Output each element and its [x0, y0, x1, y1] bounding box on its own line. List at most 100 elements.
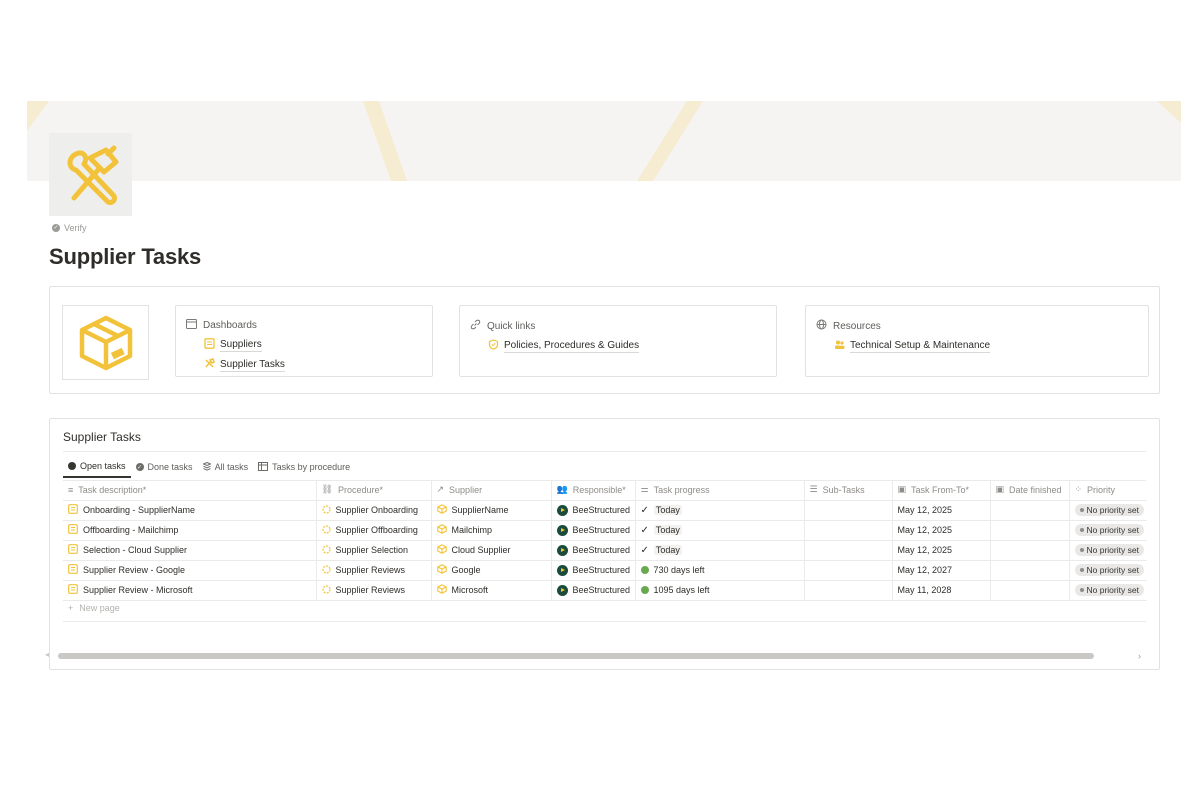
table-row[interactable]: Supplier Review - Google Supplier Reviews… — [63, 560, 1147, 581]
verify-label: Verify — [64, 223, 87, 233]
procedure-cell[interactable]: Supplier Reviews — [316, 560, 432, 581]
loading-icon: ⁘ — [1074, 484, 1083, 495]
verify-status[interactable]: ✓ Verify — [52, 223, 87, 233]
link-supplier-tasks[interactable]: Supplier Tasks — [204, 358, 422, 372]
check-icon: ✓ — [640, 544, 649, 556]
subtasks-cell[interactable] — [804, 540, 893, 561]
table-row[interactable]: Supplier Review - Microsoft Supplier Revi… — [63, 580, 1147, 601]
horizontal-scrollbar[interactable] — [58, 653, 1094, 659]
globe-icon — [816, 319, 827, 333]
task-icon — [68, 584, 78, 596]
col-responsible[interactable]: 👥 Responsible* — [551, 480, 636, 501]
col-task-description[interactable]: ≡ Task description* — [63, 480, 317, 501]
finished-cell[interactable] — [990, 580, 1070, 601]
task-icon — [68, 564, 78, 576]
responsible-cell[interactable]: BeeStructured — [551, 580, 636, 601]
date-cell[interactable]: May 12, 2025 — [892, 500, 991, 521]
col-task-from-to[interactable]: ▣ Task From-To* — [892, 480, 991, 501]
finished-cell[interactable] — [990, 520, 1070, 541]
progress-cell: ✓ Today — [635, 500, 805, 521]
finished-cell[interactable] — [990, 500, 1070, 521]
responsible-cell[interactable]: BeeStructured — [551, 520, 636, 541]
table-row[interactable]: Onboarding - SupplierName Supplier Onboar… — [63, 500, 1147, 521]
avatar — [556, 504, 568, 516]
date-cell[interactable]: May 12, 2027 — [892, 560, 991, 581]
resources-heading: Resources — [833, 320, 881, 332]
supplier-cell[interactable]: Cloud Supplier — [431, 540, 552, 561]
finished-cell[interactable] — [990, 540, 1070, 561]
task-cell[interactable]: Onboarding - SupplierName — [63, 500, 317, 521]
tab-done-tasks[interactable]: ✓ Done tasks — [131, 461, 198, 478]
document-icon — [204, 338, 215, 352]
priority-badge: No priority set — [1074, 584, 1144, 596]
tasks-table: ≡ Task description* ⛓ Procedure* ↗ Supplier… — [63, 480, 1147, 601]
task-cell[interactable]: Supplier Review - Microsoft — [63, 580, 317, 601]
table-row[interactable]: Offboarding - Mailchimp Supplier Offboard… — [63, 520, 1147, 541]
task-cell[interactable]: Selection - Cloud Supplier — [63, 540, 317, 561]
date-cell[interactable]: May 11, 2028 — [892, 580, 991, 601]
new-page-button[interactable]: + New page — [68, 603, 120, 613]
hammer-wrench-icon — [67, 145, 118, 205]
subtasks-cell[interactable] — [804, 580, 893, 601]
table-row[interactable]: Selection - Cloud Supplier Supplier Selec… — [63, 540, 1147, 561]
col-procedure[interactable]: ⛓ Procedure* — [316, 480, 432, 501]
subtasks-cell[interactable] — [804, 560, 893, 581]
navigation-panel: Dashboards Suppliers Supplier Tasks Quic… — [49, 286, 1160, 394]
priority-cell[interactable]: No priority set — [1069, 520, 1147, 541]
people-icon — [834, 339, 845, 353]
divider — [63, 621, 1146, 622]
page-icon-tools[interactable] — [49, 133, 132, 216]
subtasks-cell[interactable] — [804, 520, 893, 541]
procedure-cell[interactable]: Supplier Selection — [316, 540, 432, 561]
new-page-label: New page — [79, 603, 120, 613]
tab-tasks-by-procedure[interactable]: Tasks by procedure — [253, 461, 355, 478]
link-suppliers[interactable]: Suppliers — [204, 338, 422, 352]
date-cell[interactable]: May 12, 2025 — [892, 540, 991, 561]
priority-badge: No priority set — [1074, 564, 1144, 576]
supplier-cell[interactable]: Google — [431, 560, 552, 581]
col-date-finished[interactable]: ▣ Date finished — [990, 480, 1070, 501]
responsible-cell[interactable]: BeeStructured — [551, 560, 636, 581]
supplier-cell[interactable]: SupplierName — [431, 500, 552, 521]
priority-cell[interactable]: No priority set — [1069, 500, 1147, 521]
col-sub-tasks[interactable]: ☰ Sub-Tasks — [804, 480, 893, 501]
lines-icon: ≡ — [68, 484, 74, 495]
responsible-cell[interactable]: BeeStructured — [551, 500, 636, 521]
page-cover — [27, 101, 1181, 181]
priority-cell[interactable]: No priority set — [1069, 560, 1147, 581]
col-supplier[interactable]: ↗ Supplier — [431, 480, 552, 501]
date-cell[interactable]: May 12, 2025 — [892, 520, 991, 541]
database-title[interactable]: Supplier Tasks — [63, 430, 141, 444]
scroll-right-icon[interactable]: › — [1138, 651, 1141, 661]
package-icon — [436, 564, 447, 576]
finished-cell[interactable] — [990, 560, 1070, 581]
shield-icon — [488, 339, 499, 353]
package-icon — [436, 584, 447, 596]
link-policies[interactable]: Policies, Procedures & Guides — [488, 339, 766, 353]
col-task-progress[interactable]: ⚌ Task progress — [635, 480, 805, 501]
task-cell[interactable]: Supplier Review - Google — [63, 560, 317, 581]
priority-cell[interactable]: No priority set — [1069, 540, 1147, 561]
priority-cell[interactable]: No priority set — [1069, 580, 1147, 601]
procedure-cell[interactable]: Supplier Reviews — [316, 580, 432, 601]
tab-label: All tasks — [214, 462, 249, 472]
subtasks-cell[interactable] — [804, 500, 893, 521]
supplier-cell[interactable]: Microsoft — [431, 580, 552, 601]
task-cell[interactable]: Offboarding - Mailchimp — [63, 520, 317, 541]
responsible-cell[interactable]: BeeStructured — [551, 540, 636, 561]
tab-open-tasks[interactable]: Open tasks — [63, 461, 131, 478]
avatar — [556, 524, 568, 536]
tab-all-tasks[interactable]: All tasks — [198, 461, 254, 478]
link-label: Policies, Procedures & Guides — [504, 339, 640, 353]
green-dot-icon — [640, 586, 649, 594]
arrow-up-right-icon: ↗ — [436, 484, 445, 495]
link-technical-setup[interactable]: Technical Setup & Maintenance — [834, 339, 1138, 353]
procedure-cell[interactable]: Supplier Offboarding — [316, 520, 432, 541]
package-icon — [436, 524, 447, 536]
procedure-cell[interactable]: Supplier Onboarding — [316, 500, 432, 521]
col-priority[interactable]: ⁘ Priority — [1069, 480, 1147, 501]
procedure-icon — [321, 564, 331, 576]
scroll-left-icon[interactable]: ◂ — [45, 650, 49, 659]
page-title: Supplier Tasks — [49, 244, 202, 269]
supplier-cell[interactable]: Mailchimp — [431, 520, 552, 541]
